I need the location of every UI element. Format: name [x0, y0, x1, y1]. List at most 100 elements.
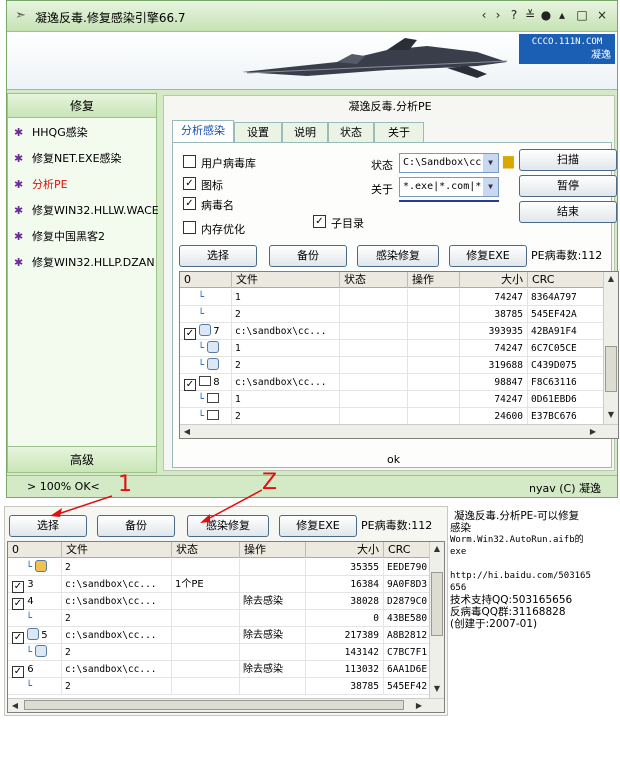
table-row[interactable]: └ 2 0 43BE580	[8, 610, 430, 627]
table-row[interactable]: ✓ 3 c:\sandbox\cc... 1个PE 16384 9A0F8D3	[8, 576, 430, 593]
forward-icon[interactable]: ›	[491, 8, 505, 22]
title-bar[interactable]: ➣ 凝逸反毒.修复感染引擎66.7 ‹ › ? ≚ ● ▴ □ ×	[7, 1, 617, 32]
row-crc: D2879C0	[384, 593, 430, 610]
table-row[interactable]: ✓ 6 c:\sandbox\cc... 除去感染 113032 6AA1D6E	[8, 661, 430, 678]
back-icon[interactable]: ‹	[477, 8, 491, 22]
vertical-scrollbar[interactable]: ▲ ▼	[603, 272, 618, 424]
col-size[interactable]: 大小	[460, 272, 528, 288]
scroll-right-icon[interactable]: ▶	[586, 427, 600, 436]
table-row[interactable]: └ 2 143142 C7BC7F1	[8, 644, 430, 661]
row-crc: C439D075	[528, 357, 604, 374]
sidebar-item-china-hacker[interactable]: ✱ 修复中国黑客2	[14, 228, 105, 246]
rollup-icon[interactable]: ▴	[555, 8, 569, 22]
col-status[interactable]: 状态	[340, 272, 408, 288]
scroll-left-icon[interactable]: ◀	[8, 701, 22, 710]
dot-icon[interactable]: ●	[539, 8, 553, 22]
horizontal-scrollbar-2[interactable]: ◀ ▶	[8, 698, 444, 712]
status-combo[interactable]: C:\Sandbox\cc ▼	[399, 153, 499, 173]
pe-count-2: PE病毒数:112	[361, 519, 433, 532]
scroll-thumb-2[interactable]	[431, 572, 443, 636]
table-row[interactable]: ✓ 7 c:\sandbox\cc... 393935 42BA91F4	[180, 323, 604, 340]
scroll-down-icon[interactable]: ▼	[430, 684, 444, 693]
sidebar-item-hhqg[interactable]: ✱ HHQG感染	[14, 124, 88, 142]
table-row[interactable]: └ 2 38785 545EF42	[8, 678, 430, 695]
menu-icon[interactable]: ≚	[523, 8, 537, 22]
row-checkbox[interactable]: ✓	[12, 581, 24, 593]
backup-button[interactable]: 备份	[269, 245, 347, 267]
row-checkbox[interactable]: ✓	[184, 379, 196, 391]
maximize-icon[interactable]: □	[575, 8, 589, 22]
table-row[interactable]: └ 2 319688 C439D075	[180, 357, 604, 374]
table-row[interactable]: └ 2 24600 E37BC676	[180, 408, 604, 425]
tab-analyze[interactable]: 分析感染	[172, 120, 234, 142]
row-file: 2	[232, 306, 340, 323]
select-button[interactable]: 选择	[179, 245, 257, 267]
repair-infection-button[interactable]: 感染修复	[357, 245, 439, 267]
table-row[interactable]: ✓ 5 c:\sandbox\cc... 除去感染 217389 A8B2812	[8, 627, 430, 644]
help-icon[interactable]: ?	[507, 8, 521, 22]
row-index-cell: └	[180, 408, 232, 425]
col-size[interactable]: 大小	[306, 542, 384, 558]
vertical-scrollbar-2[interactable]: ▲ ▼	[429, 542, 444, 698]
col-status[interactable]: 状态	[172, 542, 240, 558]
user-db-checkbox[interactable]	[183, 155, 196, 168]
table-row[interactable]: └ 1 74247 8364A797	[180, 289, 604, 306]
icon-checkbox[interactable]: ✓	[183, 177, 196, 190]
col-index[interactable]: 0	[180, 272, 232, 288]
col-crc[interactable]: CRC	[528, 272, 604, 288]
results-table-2[interactable]: 0 文件 状态 操作 大小 CRC └ 2 35355 EEDE790 ✓ 3 c:\s…	[7, 541, 445, 713]
table-row[interactable]: └ 2 38785 545EF42A	[180, 306, 604, 323]
col-file[interactable]: 文件	[62, 542, 172, 558]
close-icon[interactable]: ×	[595, 8, 609, 22]
table-row[interactable]: └ 2 35355 EEDE790	[8, 559, 430, 576]
tab-settings[interactable]: 设置	[234, 122, 282, 142]
sidebar-item-net-exe[interactable]: ✱ 修复NET.EXE感染	[14, 150, 122, 168]
table-row[interactable]: └ 1 74247 6C7C05CE	[180, 340, 604, 357]
col-file[interactable]: 文件	[232, 272, 340, 288]
row-checkbox[interactable]: ✓	[12, 632, 24, 644]
table-row[interactable]: ✓ 4 c:\sandbox\cc... 除去感染 38028 D2879C0	[8, 593, 430, 610]
left-panel-header[interactable]: 修复	[8, 94, 156, 118]
scroll-thumb[interactable]	[605, 346, 617, 392]
tab-status[interactable]: 状态	[328, 122, 374, 142]
row-checkbox[interactable]: ✓	[184, 328, 196, 340]
scan-button[interactable]: 扫描	[519, 149, 617, 171]
sidebar-item-analyze-pe[interactable]: ✱ 分析PE	[14, 176, 68, 194]
horizontal-scrollbar[interactable]: ◀ ▶	[180, 424, 618, 438]
pause-button[interactable]: 暂停	[519, 175, 617, 197]
note-url[interactable]: http://hi.baidu.com/503165	[450, 570, 618, 582]
table-row[interactable]: ✓ 8 c:\sandbox\cc... 98847 F8C63116	[180, 374, 604, 391]
scroll-up-icon[interactable]: ▲	[604, 274, 618, 283]
virus-name-checkbox[interactable]: ✓	[183, 197, 196, 210]
col-crc[interactable]: CRC	[384, 542, 430, 558]
chevron-down-icon[interactable]: ▼	[483, 178, 498, 196]
sidebar-item-hllw-wace[interactable]: ✱ 修复WIN32.HLLW.WACE	[14, 202, 159, 220]
window-title: 凝逸反毒.修复感染引擎66.7	[35, 11, 186, 25]
tab-description[interactable]: 说明	[282, 122, 328, 142]
note-url-2: 656	[450, 583, 467, 593]
scroll-left-icon[interactable]: ◀	[180, 427, 194, 436]
h-scroll-thumb[interactable]	[24, 700, 404, 710]
col-op[interactable]: 操作	[408, 272, 460, 288]
recycle-icon	[207, 358, 220, 370]
scroll-up-icon[interactable]: ▲	[430, 544, 444, 553]
tab-about[interactable]: 关于	[374, 122, 424, 142]
sidebar-item-hllp-dzan[interactable]: ✱ 修复WIN32.HLLP.DZAN	[14, 254, 155, 272]
scroll-down-icon[interactable]: ▼	[604, 410, 618, 419]
mem-opt-checkbox[interactable]	[183, 221, 196, 234]
row-checkbox[interactable]: ✓	[12, 598, 24, 610]
folder-icon[interactable]: ▆	[503, 153, 514, 169]
filter-combo[interactable]: *.exe|*.com|* ▼	[399, 177, 499, 197]
scroll-right-icon[interactable]: ▶	[412, 701, 426, 710]
col-index[interactable]: 0	[8, 542, 62, 558]
col-op[interactable]: 操作	[240, 542, 306, 558]
advanced-header[interactable]: 高级	[8, 446, 156, 472]
row-checkbox[interactable]: ✓	[12, 666, 24, 678]
results-table[interactable]: 0 文件 状态 操作 大小 CRC └ 1 74247 8364A797 └ 2 387…	[179, 271, 619, 439]
repair-exe-button[interactable]: 修复EXE	[449, 245, 527, 267]
subdir-checkbox[interactable]: ✓	[313, 215, 326, 228]
end-button[interactable]: 结束	[519, 201, 617, 223]
chevron-down-icon[interactable]: ▼	[483, 154, 498, 172]
table-row[interactable]: └ 1 74247 0D61EBD6	[180, 391, 604, 408]
row-crc: C7BC7F1	[384, 644, 430, 661]
